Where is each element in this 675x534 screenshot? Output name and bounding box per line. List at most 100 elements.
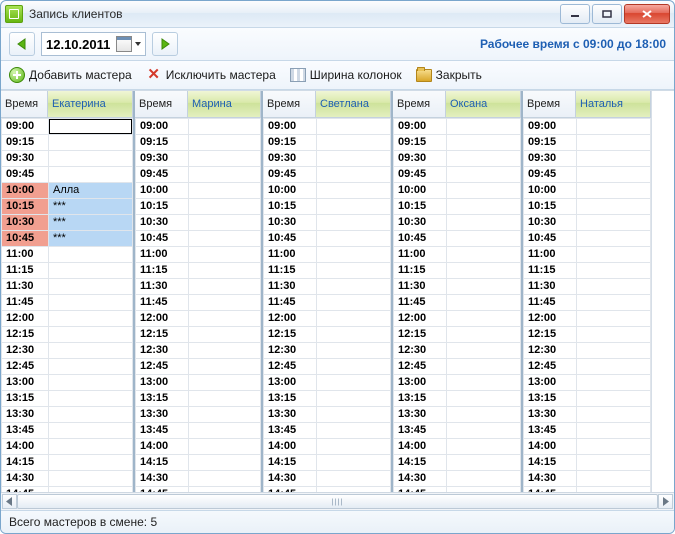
appointment-cell[interactable] bbox=[577, 151, 651, 167]
appointment-cell[interactable] bbox=[49, 247, 133, 263]
appointment-cell[interactable] bbox=[49, 311, 133, 327]
appointment-cell[interactable] bbox=[189, 439, 261, 455]
appointment-cell[interactable] bbox=[49, 439, 133, 455]
time-row[interactable]: 12:15 bbox=[136, 327, 261, 343]
time-row[interactable]: 13:45 bbox=[394, 423, 521, 439]
appointment-cell[interactable] bbox=[447, 119, 521, 135]
appointment-cell[interactable] bbox=[447, 215, 521, 231]
appointment-cell[interactable] bbox=[49, 135, 133, 151]
time-row[interactable]: 11:45 bbox=[394, 295, 521, 311]
time-row[interactable]: 10:00 bbox=[394, 183, 521, 199]
appointment-cell[interactable] bbox=[317, 247, 391, 263]
appointment-cell[interactable]: *** bbox=[49, 231, 133, 247]
time-row[interactable]: 13:45 bbox=[136, 423, 261, 439]
appointment-cell[interactable] bbox=[189, 375, 261, 391]
time-row[interactable]: 09:15 bbox=[264, 135, 391, 151]
appointment-cell[interactable] bbox=[577, 119, 651, 135]
column-width-button[interactable]: Ширина колонок bbox=[290, 67, 402, 83]
master-name-header[interactable]: Светлана bbox=[316, 91, 391, 117]
time-row[interactable]: 10:30 bbox=[264, 215, 391, 231]
appointment-cell[interactable] bbox=[577, 375, 651, 391]
time-row[interactable]: 11:30 bbox=[394, 279, 521, 295]
appointment-cell[interactable] bbox=[447, 423, 521, 439]
time-row[interactable]: 11:15 bbox=[394, 263, 521, 279]
appointment-cell[interactable] bbox=[317, 151, 391, 167]
time-row[interactable]: 12:30 bbox=[2, 343, 133, 359]
master-name-header[interactable]: Марина bbox=[188, 91, 261, 117]
appointment-cell[interactable] bbox=[577, 327, 651, 343]
scrollbar-thumb[interactable] bbox=[17, 494, 658, 509]
time-row[interactable]: 11:00 bbox=[2, 247, 133, 263]
time-row[interactable]: 10:15 bbox=[136, 199, 261, 215]
time-row[interactable]: 10:30 bbox=[136, 215, 261, 231]
time-row[interactable]: 14:15 bbox=[264, 455, 391, 471]
appointment-cell[interactable] bbox=[189, 311, 261, 327]
time-row[interactable]: 13:00 bbox=[394, 375, 521, 391]
appointment-cell[interactable] bbox=[577, 359, 651, 375]
time-row[interactable]: 09:45 bbox=[264, 167, 391, 183]
appointment-cell[interactable]: *** bbox=[49, 215, 133, 231]
time-row[interactable]: 11:00 bbox=[394, 247, 521, 263]
time-row[interactable]: 09:15 bbox=[394, 135, 521, 151]
time-row[interactable]: 10:45*** bbox=[2, 231, 133, 247]
date-picker[interactable]: 12.10.2011 bbox=[41, 32, 146, 56]
time-row[interactable]: 12:00 bbox=[2, 311, 133, 327]
appointment-cell[interactable] bbox=[577, 311, 651, 327]
appointment-cell[interactable] bbox=[189, 423, 261, 439]
time-row[interactable]: 12:15 bbox=[394, 327, 521, 343]
master-name-header[interactable]: Екатерина bbox=[48, 91, 133, 117]
appointment-cell[interactable] bbox=[317, 295, 391, 311]
time-header[interactable]: Время bbox=[1, 91, 48, 117]
appointment-cell[interactable] bbox=[189, 135, 261, 151]
close-action-button[interactable]: Закрыть bbox=[416, 67, 482, 83]
time-row[interactable]: 12:15 bbox=[2, 327, 133, 343]
time-row[interactable]: 09:45 bbox=[524, 167, 651, 183]
time-row[interactable]: 09:00 bbox=[136, 119, 261, 135]
next-day-button[interactable] bbox=[152, 32, 178, 56]
appointment-cell[interactable] bbox=[577, 215, 651, 231]
appointment-cell[interactable] bbox=[317, 231, 391, 247]
appointment-cell[interactable] bbox=[317, 263, 391, 279]
appointment-cell[interactable] bbox=[317, 199, 391, 215]
time-row[interactable]: 12:30 bbox=[136, 343, 261, 359]
time-row[interactable]: 13:30 bbox=[264, 407, 391, 423]
appointment-cell[interactable] bbox=[447, 151, 521, 167]
appointment-cell[interactable] bbox=[317, 215, 391, 231]
time-row[interactable]: 12:00 bbox=[524, 311, 651, 327]
appointment-cell[interactable] bbox=[317, 119, 391, 135]
appointment-cell[interactable] bbox=[49, 279, 133, 295]
time-row[interactable]: 14:30 bbox=[394, 471, 521, 487]
scroll-left-button[interactable] bbox=[2, 494, 17, 509]
appointment-cell[interactable] bbox=[189, 327, 261, 343]
time-row[interactable]: 10:00 bbox=[524, 183, 651, 199]
time-row[interactable]: 11:30 bbox=[2, 279, 133, 295]
appointment-cell[interactable]: Алла bbox=[49, 183, 133, 199]
time-row[interactable]: 12:30 bbox=[394, 343, 521, 359]
time-row[interactable]: 10:45 bbox=[264, 231, 391, 247]
appointment-cell[interactable] bbox=[49, 327, 133, 343]
time-row[interactable]: 09:00 bbox=[264, 119, 391, 135]
appointment-cell[interactable] bbox=[49, 455, 133, 471]
time-header[interactable]: Время bbox=[135, 91, 188, 117]
time-header[interactable]: Время bbox=[393, 91, 446, 117]
appointment-cell[interactable] bbox=[447, 295, 521, 311]
appointment-cell[interactable] bbox=[49, 119, 133, 135]
appointment-cell[interactable] bbox=[49, 407, 133, 423]
time-row[interactable]: 11:30 bbox=[136, 279, 261, 295]
time-row[interactable]: 14:15 bbox=[394, 455, 521, 471]
time-row[interactable]: 13:30 bbox=[136, 407, 261, 423]
time-row[interactable]: 13:00 bbox=[524, 375, 651, 391]
time-row[interactable]: 10:30 bbox=[524, 215, 651, 231]
appointment-cell[interactable] bbox=[189, 151, 261, 167]
appointment-cell[interactable] bbox=[189, 247, 261, 263]
time-row[interactable]: 13:00 bbox=[136, 375, 261, 391]
time-row[interactable]: 13:45 bbox=[2, 423, 133, 439]
horizontal-scrollbar[interactable] bbox=[1, 492, 674, 510]
time-row[interactable]: 12:15 bbox=[264, 327, 391, 343]
appointment-cell[interactable] bbox=[317, 135, 391, 151]
time-row[interactable]: 10:30 bbox=[394, 215, 521, 231]
time-row[interactable]: 14:15 bbox=[524, 455, 651, 471]
appointment-cell[interactable] bbox=[447, 327, 521, 343]
add-master-button[interactable]: Добавить мастера bbox=[9, 67, 132, 83]
appointment-cell[interactable] bbox=[447, 471, 521, 487]
